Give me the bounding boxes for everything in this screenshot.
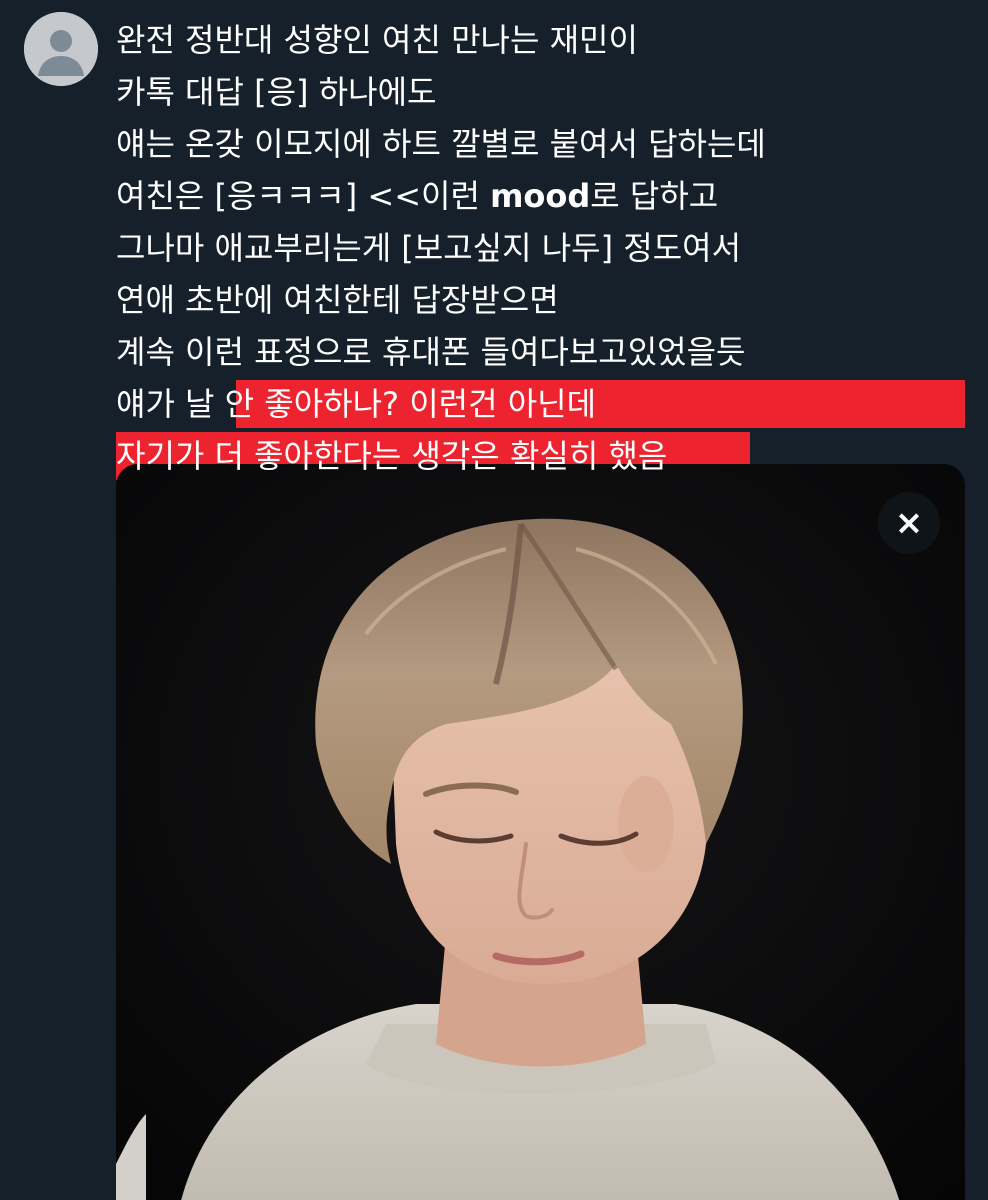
tweet-line-4: 여친은 [응ㅋㅋㅋ] <<이런 mood로 답하고	[116, 170, 976, 222]
person-photo	[116, 464, 965, 1200]
tweet-line-8: 얘가 날 안 좋아하나? 이런건 아닌데	[116, 378, 976, 430]
tweet-line-4-text: 여친은 [응ㅋㅋㅋ] <<이런	[116, 177, 491, 215]
avatar[interactable]	[24, 12, 98, 86]
tweet-line-2: 카톡 대답 [응] 하나에도	[116, 73, 437, 111]
tweet-line-8-highlight: 안 좋아하나? 이런건 아닌데	[224, 385, 597, 423]
tweet-line-4-tail: 로 답하고	[590, 177, 719, 215]
tweet-body: 완전 정반대 성향인 여친 만나는 재민이 카톡 대답 [응] 하나에도 얘는 …	[116, 14, 976, 482]
tweet-photo[interactable]	[116, 464, 965, 1200]
close-icon[interactable]: ×	[878, 492, 940, 554]
tweet-line-5: 그나마 애교부리는게 [보고싶지 나두] 정도여서	[116, 229, 742, 267]
tweet-line-3: 얘는 온갖 이모지에 하트 깔별로 붙여서 답하는데	[116, 125, 766, 163]
tweet-view: 완전 정반대 성향인 여친 만나는 재민이 카톡 대답 [응] 하나에도 얘는 …	[0, 0, 988, 1200]
tweet-line-6: 연애 초반에 여친한테 답장받으면	[116, 281, 559, 319]
tweet-line-9-highlight: 자기가 더 좋아한다는 생각은 확실히 했음	[116, 437, 668, 475]
tweet-line-7: 계속 이런 표정으로 휴대폰 들여다보고있었을듯	[116, 333, 746, 371]
tweet-line-8-plain: 얘가 날	[116, 385, 225, 423]
default-user-icon	[24, 12, 98, 86]
tweet-line-1: 완전 정반대 성향인 여친 만나는 재민이	[116, 21, 638, 59]
tweet-line-4-bold: mood	[490, 177, 591, 215]
